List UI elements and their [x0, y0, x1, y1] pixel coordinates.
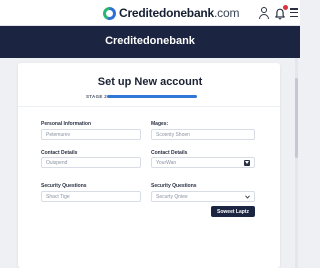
brand-banner: Creditedonebank	[0, 26, 300, 58]
security-questions-input-left[interactable]: Shact Tige	[41, 191, 141, 202]
security-questions-label-right: Security Questions	[151, 183, 197, 189]
progress-fill	[107, 95, 197, 98]
personal-information-label: Personal Information	[41, 121, 92, 127]
security-questions-select-value: Securty Qniee	[156, 193, 188, 200]
contact-details-select[interactable]: YourWan	[151, 157, 255, 168]
chevron-down-icon	[244, 159, 250, 166]
brand-wordmark: Creditedonebank.com	[119, 6, 239, 20]
submit-button[interactable]: Soweet Laptz	[211, 206, 255, 217]
brand-suffix: .com	[214, 6, 240, 20]
contact-details-label-right: Contact Details	[151, 150, 188, 156]
contact-details-select-value: YourWan	[156, 159, 177, 166]
top-bar: Creditedonebank.com	[0, 0, 300, 26]
user-icon[interactable]	[258, 7, 270, 19]
security-questions-select[interactable]: Securty Qniee	[151, 191, 255, 202]
mages-label: Mages:	[151, 121, 169, 127]
scrollbar-thumb[interactable]	[295, 78, 298, 158]
menu-icon[interactable]	[290, 8, 298, 17]
page-scrollbar[interactable]	[295, 58, 298, 268]
brand-mark-icon	[103, 6, 116, 20]
brand-logo[interactable]: Creditedonebank.com	[103, 5, 239, 21]
contact-details-label-left: Contact Details	[41, 150, 78, 156]
brand-name: Creditedonebank	[119, 6, 215, 20]
personal-information-input[interactable]: Petemurev	[41, 129, 141, 140]
security-questions-label-left: Security Questions	[41, 183, 87, 189]
chevron-down-icon	[244, 194, 250, 200]
banner-title: Creditedonebank	[105, 35, 195, 47]
alert-icon[interactable]	[274, 5, 288, 20]
progress-track	[107, 95, 197, 98]
page-title: Set up New account	[97, 76, 203, 88]
stage-label: STAGE 2	[86, 94, 108, 99]
notification-badge	[283, 5, 288, 10]
mages-input[interactable]: Scoenty Shoen	[151, 129, 255, 140]
contact-details-input-left[interactable]: Ouispend	[41, 157, 141, 168]
